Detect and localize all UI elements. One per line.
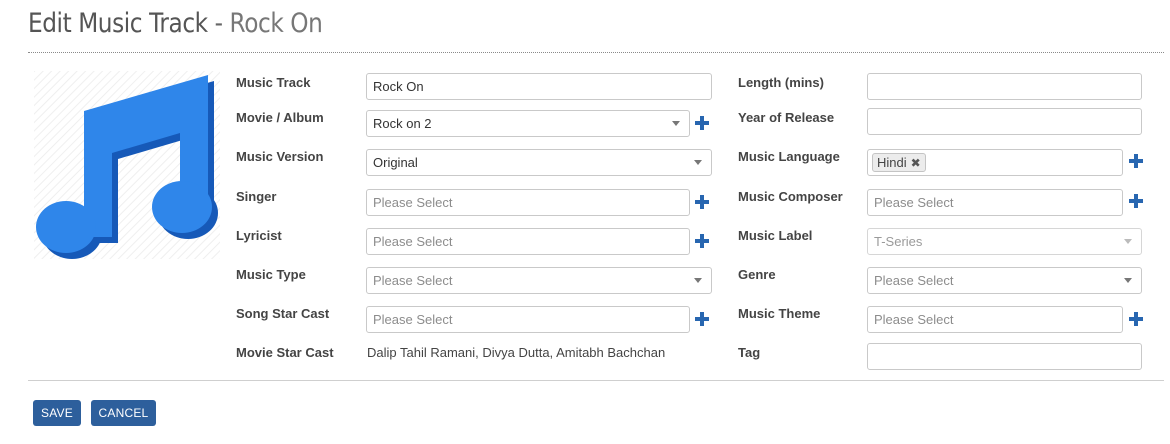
lyricist-select[interactable]: Please Select bbox=[366, 228, 690, 255]
music-composer-label: Music Composer bbox=[738, 189, 843, 204]
chevron-down-icon bbox=[694, 160, 702, 165]
genre-placeholder: Please Select bbox=[874, 273, 954, 288]
add-music-composer-icon[interactable] bbox=[1129, 194, 1143, 208]
music-theme-select[interactable]: Please Select bbox=[867, 306, 1123, 333]
song-star-cast-select[interactable]: Please Select bbox=[366, 306, 690, 333]
music-language-multiselect[interactable]: Hindi ✖ bbox=[867, 149, 1123, 176]
music-track-label: Music Track bbox=[236, 75, 311, 90]
music-type-select[interactable]: Please Select bbox=[366, 267, 712, 294]
add-movie-album-icon[interactable] bbox=[695, 116, 709, 130]
add-song-star-cast-icon[interactable] bbox=[695, 312, 709, 326]
genre-label: Genre bbox=[738, 267, 776, 282]
lyricist-label: Lyricist bbox=[236, 228, 282, 243]
music-theme-label: Music Theme bbox=[738, 306, 821, 321]
footer-divider bbox=[28, 380, 1164, 381]
music-version-value: Original bbox=[373, 155, 418, 170]
page-title-separator: - bbox=[207, 8, 230, 39]
page-title-subtitle: Rock On bbox=[229, 8, 323, 39]
chevron-down-icon bbox=[694, 278, 702, 283]
album-art bbox=[34, 71, 220, 259]
singer-placeholder: Please Select bbox=[373, 195, 453, 210]
music-version-label: Music Version bbox=[236, 149, 324, 164]
page-title-main: Edit Music Track bbox=[28, 8, 208, 39]
song-star-cast-label: Song Star Cast bbox=[236, 306, 330, 321]
tag-input[interactable] bbox=[867, 343, 1142, 370]
header-divider bbox=[28, 52, 1164, 53]
add-lyricist-icon[interactable] bbox=[695, 234, 709, 248]
genre-select[interactable]: Please Select bbox=[867, 267, 1142, 294]
movie-album-label: Movie / Album bbox=[236, 110, 324, 125]
music-composer-placeholder: Please Select bbox=[874, 195, 954, 210]
music-version-select[interactable]: Original bbox=[366, 149, 712, 176]
song-star-cast-placeholder: Please Select bbox=[373, 312, 453, 327]
save-button[interactable]: SAVE bbox=[33, 400, 81, 426]
chevron-down-icon bbox=[672, 121, 680, 126]
movie-album-select[interactable]: Rock on 2 bbox=[366, 110, 690, 137]
music-label-value: T-Series bbox=[874, 234, 923, 249]
year-of-release-label: Year of Release bbox=[738, 110, 835, 125]
language-tag-label: Hindi bbox=[877, 155, 907, 170]
music-type-placeholder: Please Select bbox=[373, 273, 453, 288]
add-singer-icon[interactable] bbox=[695, 195, 709, 209]
movie-star-cast-label: Movie Star Cast bbox=[236, 345, 334, 360]
music-composer-select[interactable]: Please Select bbox=[867, 189, 1123, 216]
add-music-language-icon[interactable] bbox=[1129, 154, 1143, 168]
music-note-icon bbox=[34, 71, 220, 259]
music-label-select: T-Series bbox=[867, 228, 1142, 255]
add-music-theme-icon[interactable] bbox=[1129, 312, 1143, 326]
singer-select[interactable]: Please Select bbox=[366, 189, 690, 216]
music-track-value: Rock On bbox=[373, 79, 424, 94]
tag-label: Tag bbox=[738, 345, 761, 360]
page-title: Edit Music Track - Rock On bbox=[28, 8, 323, 39]
movie-star-cast-value: Dalip Tahil Ramani, Divya Dutta, Amitabh… bbox=[367, 345, 666, 360]
lyricist-placeholder: Please Select bbox=[373, 234, 453, 249]
music-label-label: Music Label bbox=[738, 228, 813, 243]
length-input[interactable] bbox=[867, 73, 1142, 100]
language-tag-chip: Hindi ✖ bbox=[872, 153, 926, 172]
music-track-input[interactable]: Rock On bbox=[366, 73, 712, 100]
chevron-down-icon bbox=[1124, 278, 1132, 283]
music-type-label: Music Type bbox=[236, 267, 306, 282]
remove-tag-icon[interactable]: ✖ bbox=[911, 156, 921, 170]
year-of-release-input[interactable] bbox=[867, 108, 1142, 135]
cancel-button[interactable]: CANCEL bbox=[91, 400, 156, 426]
music-theme-placeholder: Please Select bbox=[874, 312, 954, 327]
singer-label: Singer bbox=[236, 189, 277, 204]
chevron-down-icon bbox=[1124, 239, 1132, 244]
length-label: Length (mins) bbox=[738, 75, 824, 90]
music-language-label: Music Language bbox=[738, 149, 840, 164]
movie-album-value: Rock on 2 bbox=[373, 116, 432, 131]
